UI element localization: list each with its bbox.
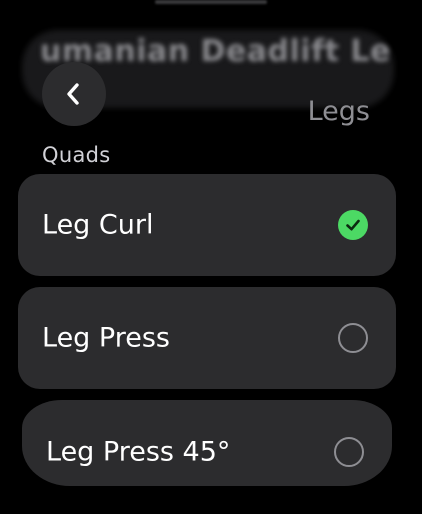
list-item-label: Leg Press	[42, 322, 170, 354]
checkmark-icon	[338, 210, 368, 240]
list-item-leg-press-45[interactable]: Leg Press 45°	[22, 400, 392, 486]
top-scroll-edge	[155, 0, 267, 4]
radio-circle-icon	[338, 323, 368, 353]
list-item-label: Leg Press 45°	[46, 436, 231, 468]
nav-title: Legs	[307, 96, 370, 127]
radio-circle-icon	[334, 437, 364, 467]
list-item-leg-press[interactable]: Leg Press	[18, 287, 396, 389]
watch-screen: umanian Deadlift Le Legs Quads Leg Curl …	[0, 0, 422, 514]
list-item-label: Leg Curl	[42, 209, 154, 241]
section-header: Quads	[42, 143, 111, 167]
back-button[interactable]	[42, 62, 106, 126]
scrolled-header-text: umanian Deadlift Le	[40, 34, 391, 69]
chevron-left-icon	[61, 81, 87, 107]
list-item-leg-curl[interactable]: Leg Curl	[18, 174, 396, 276]
